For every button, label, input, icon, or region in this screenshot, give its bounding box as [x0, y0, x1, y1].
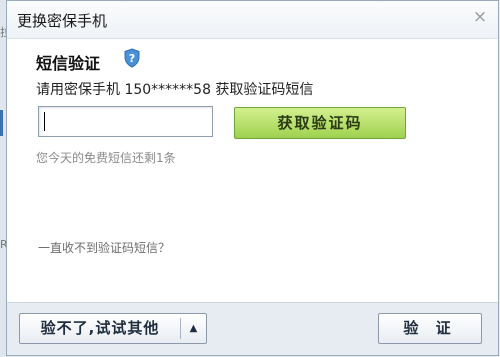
- get-verification-code-button[interactable]: 获取验证码: [234, 107, 406, 139]
- sms-description: 请用密保手机 150******58 获取验证码短信: [36, 82, 314, 98]
- dialog-title: 更换密保手机: [17, 12, 108, 30]
- dialog-titlebar: 更换密保手机 ×: [7, 1, 498, 39]
- shield-question-icon: ?: [124, 48, 140, 68]
- change-security-phone-dialog: 更换密保手机 × 短信验证 ? 请用密保手机 150******58 获取验证码…: [6, 0, 499, 356]
- close-icon[interactable]: ×: [472, 9, 488, 26]
- try-other-method-button[interactable]: 验不了,试试其他 ▲: [19, 313, 207, 344]
- remaining-sms-hint: 您今天的免费短信还剩1条: [36, 151, 176, 165]
- try-other-method-label: 验不了,试试其他: [40, 319, 160, 337]
- background-accent-bar: [0, 110, 3, 136]
- caret-up-icon[interactable]: ▲: [181, 314, 206, 343]
- sms-verify-heading: 短信验证: [36, 54, 101, 73]
- verify-button[interactable]: 验 证: [378, 313, 482, 344]
- text-caret: [44, 112, 45, 131]
- dialog-footer: 验不了,试试其他 ▲ 验 证: [7, 302, 498, 355]
- svg-text:?: ?: [129, 52, 135, 65]
- verification-code-input[interactable]: [38, 106, 213, 137]
- no-code-received-link[interactable]: 一直收不到验证码短信？: [38, 239, 170, 256]
